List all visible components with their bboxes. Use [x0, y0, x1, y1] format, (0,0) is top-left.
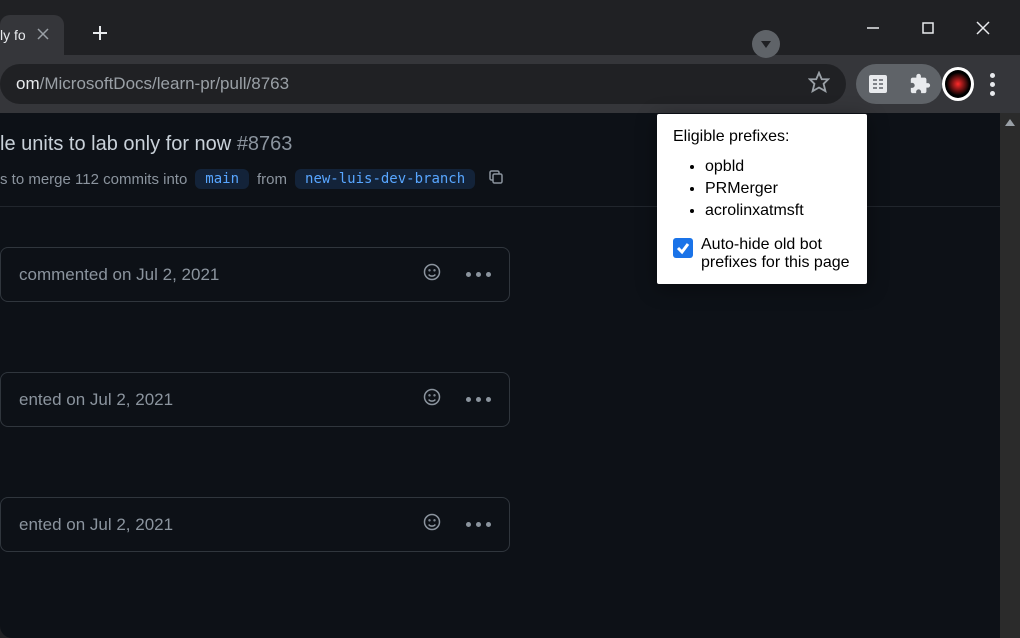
browser-tab[interactable]: ly fo	[0, 15, 64, 55]
close-tab-icon[interactable]	[36, 25, 50, 46]
from-text: from	[257, 171, 287, 188]
pr-number: #8763	[237, 133, 293, 155]
minimize-button[interactable]	[845, 5, 900, 50]
page-content: le units to lab only for now #8763 s to …	[0, 113, 1020, 638]
checkbox-label: Auto-hide old bot prefixes for this page	[701, 236, 851, 272]
reader-extension-icon[interactable]	[862, 68, 894, 100]
pr-title-row: le units to lab only for now #8763	[0, 133, 1020, 156]
profile-avatar-icon[interactable]	[942, 68, 974, 100]
checkbox-checked-icon[interactable]	[673, 238, 693, 258]
url-host-fragment: om	[16, 74, 40, 94]
comment-header: ented on Jul 2, 2021	[0, 497, 510, 552]
pr-meta: s to merge 112 commits into main from ne…	[0, 168, 1020, 190]
prefix-item: opbld	[705, 158, 851, 176]
comment-menu-icon[interactable]	[466, 397, 491, 402]
close-window-button[interactable]	[955, 5, 1010, 50]
comment-meta: ented on Jul 2, 2021	[19, 390, 173, 410]
bookmark-star-icon[interactable]	[808, 71, 830, 98]
copy-branch-icon[interactable]	[487, 168, 505, 190]
prefix-list: opbld PRMerger acrolinxatmsft	[673, 158, 851, 220]
maximize-button[interactable]	[900, 5, 955, 50]
pr-header: le units to lab only for now #8763 s to …	[0, 113, 1020, 207]
comment-header: ented on Jul 2, 2021	[0, 372, 510, 427]
base-branch-pill[interactable]: main	[195, 169, 249, 189]
scroll-up-arrow-icon[interactable]	[1000, 113, 1020, 133]
comment-menu-icon[interactable]	[466, 272, 491, 277]
browser-menu-button[interactable]	[974, 66, 1010, 102]
address-bar-row: om /MicrosoftDocs/learn-pr/pull/8763	[0, 55, 1020, 113]
extension-popup: Eligible prefixes: opbld PRMerger acroli…	[657, 114, 867, 284]
merge-text: s to merge 112 commits into	[0, 171, 187, 188]
timeline: commented on Jul 2, 2021 ented on Jul 2,…	[0, 207, 1020, 552]
emoji-reaction-icon[interactable]	[422, 387, 442, 412]
prefix-item: acrolinxatmsft	[705, 202, 851, 220]
comment-actions	[422, 512, 491, 537]
comment-menu-icon[interactable]	[466, 522, 491, 527]
url-path: /MicrosoftDocs/learn-pr/pull/8763	[40, 74, 289, 94]
new-tab-button[interactable]	[84, 17, 116, 49]
comment-actions	[422, 262, 491, 287]
extensions-puzzle-icon[interactable]	[904, 68, 936, 100]
auto-hide-checkbox-row[interactable]: Auto-hide old bot prefixes for this page	[673, 236, 851, 272]
tab-title: ly fo	[0, 27, 26, 43]
head-branch-pill[interactable]: new-luis-dev-branch	[295, 169, 475, 189]
window-controls	[845, 0, 1020, 55]
emoji-reaction-icon[interactable]	[422, 262, 442, 287]
comment-header: commented on Jul 2, 2021	[0, 247, 510, 302]
tab-search-icon[interactable]	[752, 30, 780, 58]
pr-title: le units to lab only for now	[0, 133, 231, 155]
omnibox[interactable]: om /MicrosoftDocs/learn-pr/pull/8763	[0, 64, 846, 104]
prefix-item: PRMerger	[705, 180, 851, 198]
comment-meta: ented on Jul 2, 2021	[19, 515, 173, 535]
emoji-reaction-icon[interactable]	[422, 512, 442, 537]
popup-title: Eligible prefixes:	[673, 128, 851, 146]
comment-meta: commented on Jul 2, 2021	[19, 265, 219, 285]
extension-pill	[856, 64, 942, 104]
scrollbar[interactable]	[1000, 113, 1020, 638]
comment-actions	[422, 387, 491, 412]
